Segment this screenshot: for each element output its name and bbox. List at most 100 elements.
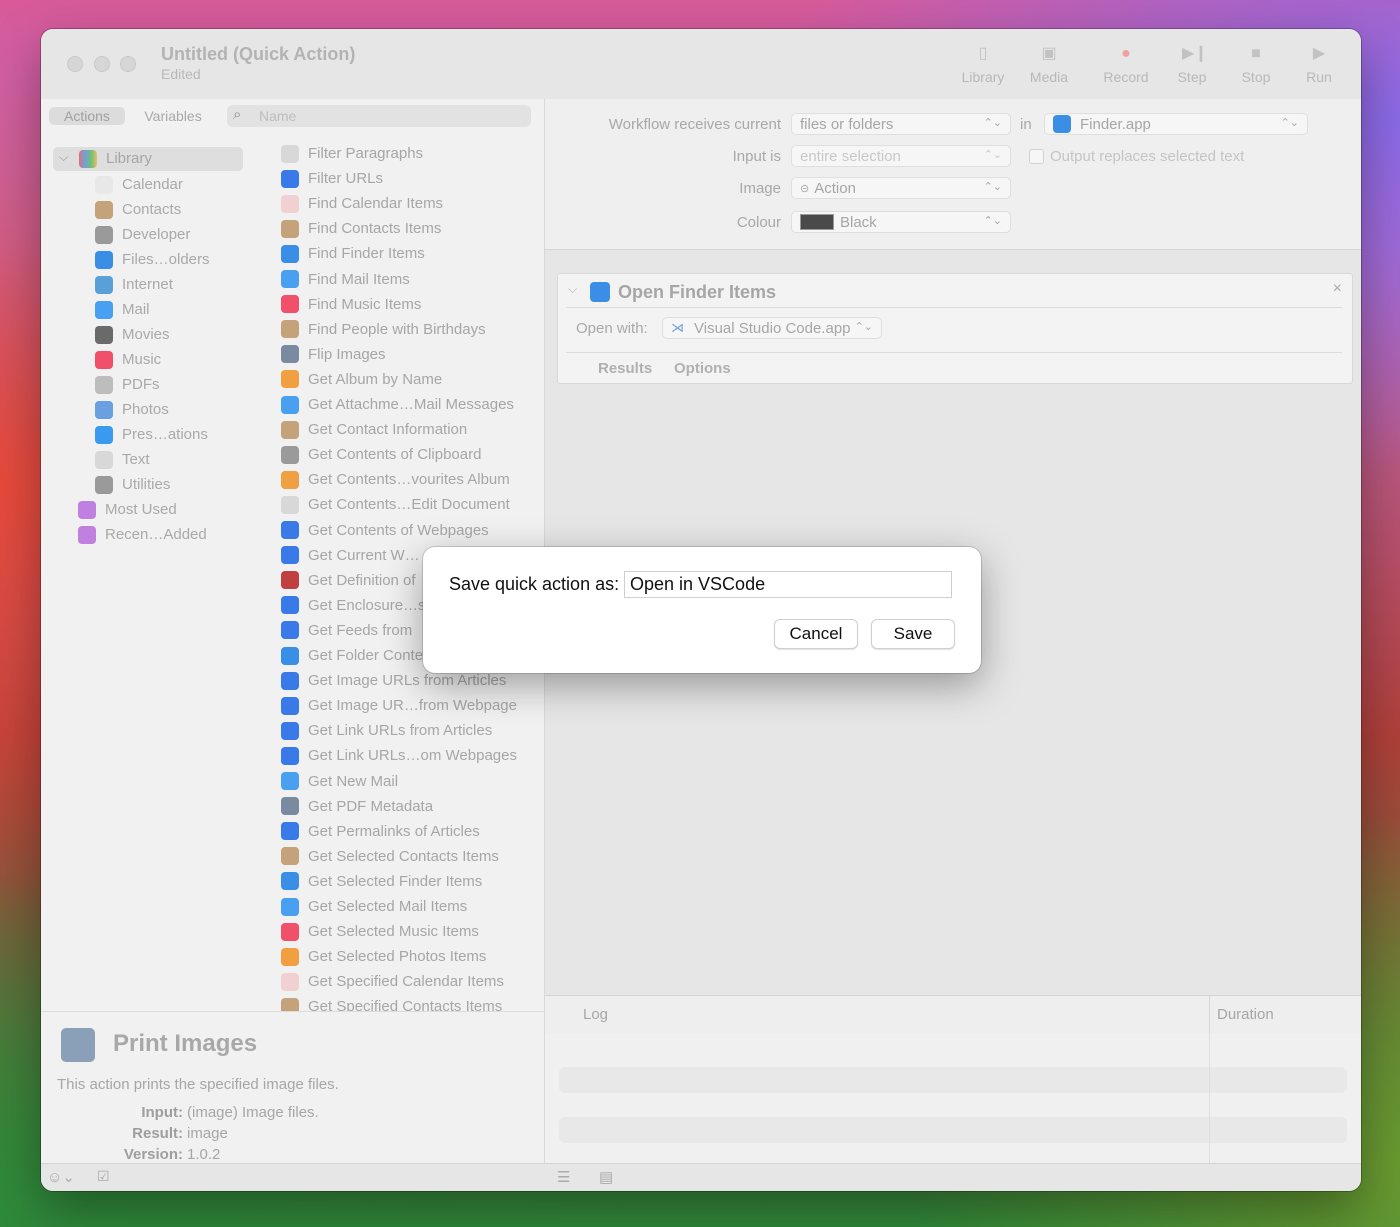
action-list-item[interactable]: Get Selected Contacts Items	[281, 844, 499, 869]
action-list-item[interactable]: Find Calendar Items	[281, 191, 443, 216]
action-list-item[interactable]: Get Link URLs…om Webpages	[281, 743, 517, 768]
library-category[interactable]: Movies	[95, 322, 170, 347]
duration-column-header[interactable]: Duration	[1217, 1006, 1274, 1023]
app-popup[interactable]: Finder.app ⌃⌄	[1044, 113, 1308, 135]
toolbar-run-button[interactable]: ▶ Run	[1284, 45, 1354, 85]
action-list-item[interactable]: Find Music Items	[281, 292, 421, 317]
log-view-icon[interactable]: ▤	[599, 1168, 613, 1186]
action-list-item[interactable]: Get Folder Conte	[281, 643, 423, 668]
action-list-item[interactable]: Get Specified Contacts Items	[281, 994, 502, 1011]
library-category[interactable]: Files…olders	[95, 247, 210, 272]
action-icon	[281, 495, 299, 514]
tab-actions[interactable]: Actions	[49, 107, 125, 125]
action-list-item[interactable]: Get Contents…vourites Album	[281, 467, 510, 492]
action-icon	[281, 244, 299, 263]
log-column-header[interactable]: Log	[583, 1006, 608, 1023]
output-replaces-checkbox[interactable]	[1029, 149, 1044, 164]
action-list-item[interactable]: Get Selected Mail Items	[281, 894, 467, 919]
open-with-popup[interactable]: ⋊ Visual Studio Code.app ⌃⌄	[662, 317, 882, 339]
library-header[interactable]: ⌵ Library	[53, 147, 243, 171]
action-search-field[interactable]: ⌕ Name	[227, 105, 531, 127]
workflow-settings: Workflow receives current files or folde…	[545, 99, 1361, 250]
action-list-item[interactable]: Get Album by Name	[281, 367, 442, 392]
minimize-window-button[interactable]	[94, 56, 110, 72]
record-icon: ●	[1121, 45, 1131, 62]
toolbar-step-button[interactable]: ▶❙ Step	[1157, 45, 1227, 85]
chevron-down-icon[interactable]: ⌵	[59, 150, 68, 165]
tab-results[interactable]: Results	[598, 360, 652, 377]
library-category[interactable]: Photos	[95, 397, 169, 422]
action-list-item[interactable]: Find Mail Items	[281, 267, 410, 292]
tab-options[interactable]: Options	[674, 360, 731, 377]
action-list-item[interactable]: Get Contents of Webpages	[281, 518, 489, 543]
tab-variables[interactable]: Variables	[129, 107, 216, 125]
library-category[interactable]: Music	[95, 347, 161, 372]
save-button[interactable]: Save	[871, 619, 955, 649]
action-list-item[interactable]: Get Feeds from	[281, 618, 412, 643]
action-list-item[interactable]: Find Finder Items	[281, 241, 425, 266]
action-list-item[interactable]: Get Attachme…Mail Messages	[281, 392, 514, 417]
close-window-button[interactable]	[67, 56, 83, 72]
action-list-item[interactable]: Get Enclosure…s	[281, 593, 426, 618]
library-category[interactable]: Contacts	[95, 197, 181, 222]
action-list-item[interactable]: Find People with Birthdays	[281, 317, 486, 342]
action-list-item[interactable]: Get Specified Calendar Items	[281, 969, 504, 994]
action-icon	[281, 972, 299, 991]
library-category[interactable]: Developer	[95, 222, 190, 247]
library-category[interactable]: Pres…ations	[95, 422, 208, 447]
show-description-icon[interactable]: ☑	[97, 1168, 110, 1185]
action-list-item[interactable]: Find Contacts Items	[281, 216, 441, 241]
toolbar-record-button[interactable]: ● Record	[1091, 45, 1161, 85]
cancel-button[interactable]: Cancel	[774, 619, 858, 649]
action-list-item[interactable]: Get Current W…	[281, 543, 420, 568]
action-icon	[281, 872, 299, 891]
image-popup[interactable]: ⊝ Action ⌃⌄	[791, 177, 1011, 199]
library-category[interactable]: Calendar	[95, 172, 183, 197]
action-list-item[interactable]: Get New Mail	[281, 769, 398, 794]
library-category[interactable]: Text	[95, 447, 150, 472]
log-row	[559, 1067, 1347, 1093]
quick-action-name-input[interactable]	[624, 571, 952, 598]
category-label: PDFs	[122, 376, 160, 393]
toolbar-media-button[interactable]: ▣ Media	[1014, 45, 1084, 85]
library-category[interactable]: Utilities	[95, 472, 170, 497]
category-label: Files…olders	[122, 251, 210, 268]
action-list-item[interactable]: Get Contents…Edit Document	[281, 492, 510, 517]
action-list-item[interactable]: Get PDF Metadata	[281, 794, 433, 819]
action-list-item[interactable]: Get Image UR…from Webpage	[281, 693, 517, 718]
zoom-window-button[interactable]	[120, 56, 136, 72]
save-quick-action-dialog: Save quick action as: Cancel Save	[423, 547, 981, 673]
input-is-popup[interactable]: entire selection ⌃⌄	[791, 145, 1011, 167]
action-list-item[interactable]: Get Definition of	[281, 568, 416, 593]
action-label: Get Feeds from	[308, 621, 413, 639]
toolbar-library-button[interactable]: ▯ Library	[948, 45, 1018, 85]
action-list-item[interactable]: Get Selected Photos Items	[281, 944, 486, 969]
action-label: Get Enclosure…s	[308, 596, 426, 614]
colour-popup[interactable]: Black ⌃⌄	[791, 211, 1011, 233]
action-list-item[interactable]: Get Link URLs from Articles	[281, 718, 492, 743]
receives-popup[interactable]: files or folders ⌃⌄	[791, 113, 1011, 135]
action-list-item[interactable]: Filter Paragraphs	[281, 141, 423, 166]
chevron-down-icon[interactable]: ⌵	[568, 282, 577, 297]
library-category[interactable]: PDFs	[95, 372, 160, 397]
toolbar-step-label: Step	[1177, 69, 1207, 85]
action-menu-icon[interactable]: ☺⌄	[47, 1168, 75, 1186]
smart-group[interactable]: Most Used	[78, 497, 177, 522]
action-list-item[interactable]: Filter URLs	[281, 166, 383, 191]
action-list-item[interactable]: Flip Images	[281, 342, 386, 367]
action-list-item[interactable]: Get Permalinks of Articles	[281, 819, 480, 844]
list-view-icon[interactable]: ☰	[557, 1168, 570, 1186]
action-icon	[281, 144, 299, 163]
action-list-item[interactable]: Get Contents of Clipboard	[281, 442, 481, 467]
action-list-item[interactable]: Get Contact Information	[281, 417, 467, 442]
action-list-item[interactable]: Get Selected Music Items	[281, 919, 479, 944]
toolbar-record-label: Record	[1103, 69, 1149, 85]
action-list-item[interactable]: Get Selected Finder Items	[281, 869, 482, 894]
toolbar-stop-button[interactable]: ■ Stop	[1221, 45, 1291, 85]
library-category[interactable]: Mail	[95, 297, 150, 322]
chevron-updown-icon: ⌃⌄	[983, 215, 1002, 227]
action-icon	[281, 621, 299, 640]
library-category[interactable]: Internet	[95, 272, 173, 297]
close-icon[interactable]: ×	[1333, 280, 1342, 298]
smart-group[interactable]: Recen…Added	[78, 522, 207, 547]
